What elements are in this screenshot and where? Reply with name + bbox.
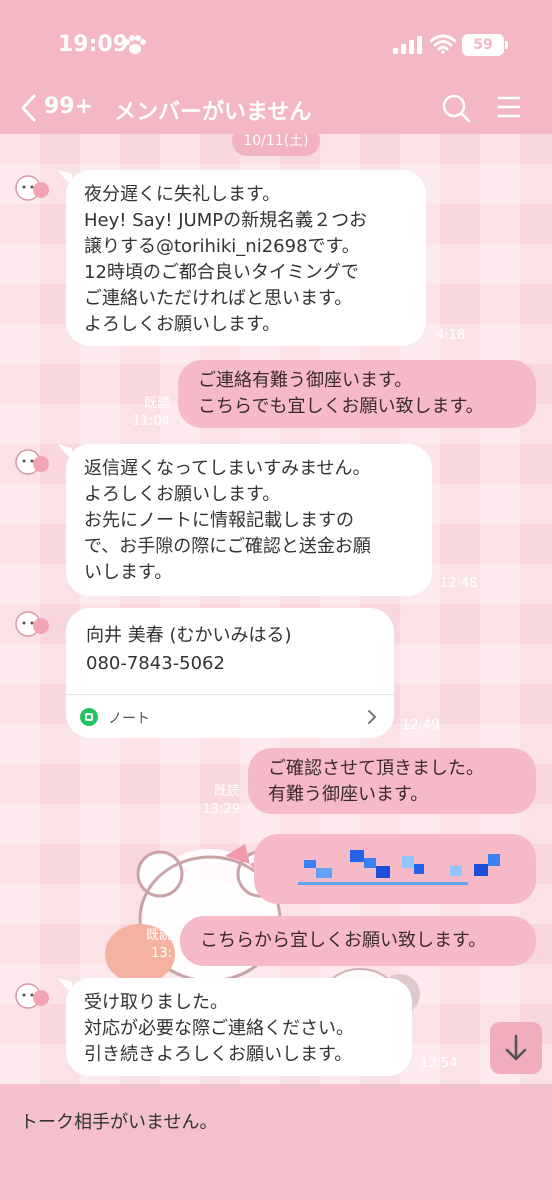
- date-chip: 10/11(土): [232, 134, 320, 156]
- note-text: 向井 美春 (むかいみはる): [86, 625, 292, 646]
- redaction-mosaic: [298, 850, 500, 885]
- note-text: 080-7843-5062: [86, 653, 225, 674]
- battery-tip: [505, 41, 508, 49]
- message-text: こちらでも宜しくお願い致します。: [198, 396, 484, 417]
- message-bubble[interactable]: 受け取りました。 対応が必要な際ご連絡ください。 引き続きよろしくお願いします。: [66, 978, 412, 1076]
- message-text: ご連絡いただければと思います。: [84, 288, 353, 309]
- note-body: 向井 美春 (むかいみはる) 080-7843-5062: [66, 608, 394, 678]
- note-icon: [80, 708, 98, 726]
- message-time: 13:: [151, 946, 172, 961]
- message-text: よろしくお願いします。: [84, 484, 281, 505]
- read-receipt: 既読: [145, 928, 172, 943]
- message-text: 夜分遅くに失礼します。: [84, 184, 281, 205]
- message-bubble[interactable]: ご連絡有難う御座います。 こちらでも宜しくお願い致します。: [178, 360, 536, 428]
- message-text: 譲りする@torihiki_ni2698です。: [84, 236, 360, 257]
- message-bubble[interactable]: こちらから宜しくお願い致します。: [180, 916, 536, 966]
- signal-icon: [393, 36, 422, 54]
- wifi-icon: [430, 34, 456, 54]
- message-text: 有難う御座います。: [268, 784, 429, 805]
- chat-area[interactable]: 10/11(土) 夜分遅くに失礼します。 Hey! Say! JUMPの新規名義…: [0, 134, 552, 1084]
- avatar-icon[interactable]: [14, 608, 50, 638]
- message-text: 引き続きよろしくお願いします。: [84, 1044, 353, 1065]
- message-text: お先にノートに情報記載しますの: [84, 510, 354, 531]
- avatar-icon[interactable]: [14, 980, 50, 1010]
- message-time: 13:: [223, 888, 244, 903]
- message-text: 返信遅くなってしまいすみません。: [84, 458, 371, 479]
- message-bubble[interactable]: 返信遅くなってしまいすみません。 よろしくお願いします。 お先にノートに情報記載…: [66, 444, 432, 596]
- message-text: Hey! Say! JUMPの新規名義２つお: [84, 210, 368, 231]
- back-chevron-icon[interactable]: [18, 92, 40, 124]
- message-bubble[interactable]: 夜分遅くに失礼します。 Hey! Say! JUMPの新規名義２つお 譲りする@…: [66, 170, 426, 346]
- chevron-right-icon: [368, 710, 377, 724]
- message-time: 13:29: [202, 802, 240, 817]
- message-text: 受け取りました。: [84, 992, 228, 1013]
- input-footer: トーク相手がいません。: [0, 1084, 552, 1200]
- message-time: 11:04: [132, 414, 170, 429]
- menu-icon[interactable]: [496, 94, 522, 120]
- read-receipt: 既読: [143, 396, 170, 411]
- read-receipt: 既読: [213, 784, 240, 799]
- avatar-icon[interactable]: [14, 446, 50, 476]
- unread-count[interactable]: 99+: [44, 94, 93, 119]
- message-text: ご連絡有難う御座います。: [198, 370, 413, 391]
- note-card[interactable]: 向井 美春 (むかいみはる) 080-7843-5062 ノート: [66, 608, 394, 738]
- top-bar: 19:09 59 99+ メンバーがいません: [0, 0, 552, 142]
- chat-title: メンバーがいません: [114, 100, 312, 125]
- message-time: 4:18: [436, 328, 466, 343]
- message-time: 13:54: [420, 1056, 458, 1071]
- paw-icon: [124, 35, 146, 54]
- message-text: よろしくお願いします。: [84, 314, 281, 335]
- status-time: 19:09: [58, 32, 129, 57]
- note-link[interactable]: ノート: [80, 706, 377, 730]
- message-text: で、お手隙の際にご確認と送金お願: [84, 536, 371, 557]
- no-member-notice: トーク相手がいません。: [20, 1112, 218, 1133]
- status-bar: 19:09 59: [0, 0, 552, 90]
- note-label: ノート: [108, 711, 150, 727]
- message-text: いします。: [84, 562, 173, 583]
- scroll-to-bottom-button[interactable]: [490, 1022, 542, 1074]
- chat-header: 99+ メンバーがいません: [0, 82, 552, 134]
- avatar-icon[interactable]: [14, 172, 50, 202]
- redacted-message-bubble[interactable]: [254, 834, 536, 904]
- message-time: 12:49: [402, 718, 440, 733]
- battery-indicator: 59: [462, 34, 504, 56]
- divider: [66, 694, 394, 695]
- message-text: 対応が必要な際ご連絡ください。: [84, 1018, 354, 1039]
- message-text: こちらから宜しくお願い致します。: [200, 930, 487, 951]
- arrow-down-icon: [505, 1034, 527, 1061]
- message-text: 12時頃のご都合良いタイミングで: [84, 262, 359, 283]
- search-icon[interactable]: [440, 92, 472, 124]
- message-text: ご確認させて頂きました。: [268, 758, 484, 779]
- message-time: 12:48: [440, 576, 478, 591]
- message-bubble[interactable]: ご確認させて頂きました。 有難う御座います。: [248, 748, 536, 814]
